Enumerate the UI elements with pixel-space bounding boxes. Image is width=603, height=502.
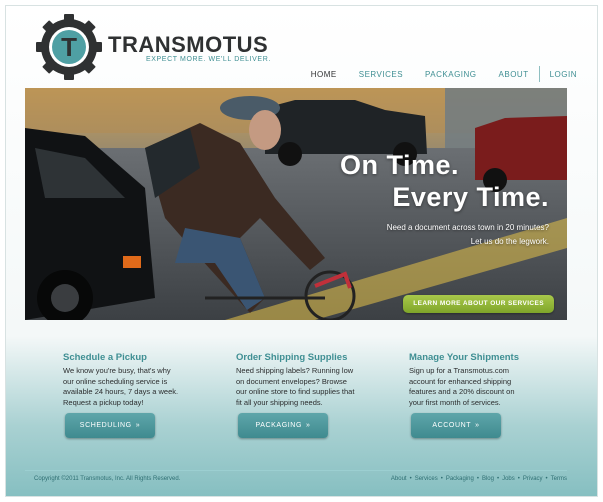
body-line: fit all your shipping needs.: [236, 397, 323, 407]
footer-separator: •: [440, 476, 443, 482]
footer-link-blog[interactable]: Blog: [482, 476, 494, 482]
logo-letter: T: [61, 32, 77, 62]
footer-link-terms[interactable]: Terms: [551, 476, 567, 482]
packaging-button[interactable]: PACKAGING »: [238, 413, 328, 438]
section-body: Sign up for a Transmotus.com account for…: [409, 366, 559, 408]
section-title: Schedule a Pickup: [63, 352, 147, 363]
button-label: ACCOUNT: [432, 422, 472, 429]
nav-item-home[interactable]: HOME: [311, 70, 337, 79]
nav-divider: [538, 66, 540, 82]
nav-item-about[interactable]: ABOUT: [499, 70, 529, 79]
hero-title-line2: Every Time.: [392, 182, 549, 212]
nav-item-services[interactable]: SERVICES: [359, 70, 403, 79]
footer-separator: •: [545, 476, 548, 482]
footer-separator: •: [517, 476, 520, 482]
section-body: We know you're busy, that's why our onli…: [63, 366, 213, 408]
body-line: features and a 20% discount on: [409, 387, 515, 396]
brand-tagline: EXPECT MORE. WE'LL DELIVER.: [146, 56, 271, 63]
nav-item-packaging[interactable]: PACKAGING: [425, 70, 476, 79]
button-label: PACKAGING: [255, 422, 302, 429]
body-line: on document envelopes? Browse: [236, 376, 347, 386]
footer-separator: •: [496, 476, 500, 482]
account-button[interactable]: ACCOUNT»: [411, 413, 501, 438]
copyright-text: Copyright ©2011 Transmotus, Inc. All Rig…: [34, 476, 181, 482]
section-body: Need shipping labels? Running low on doc…: [236, 366, 386, 408]
body-line: available 24 hours, 7 days a week.: [63, 387, 179, 396]
body-line: Request a pickup today!: [63, 397, 144, 407]
body-line: account for enhanced shipping: [409, 376, 512, 386]
body-line: Sign up for a Transmotus.com: [409, 366, 510, 375]
body-line: We know you're busy, that's why: [63, 366, 171, 375]
scheduling-button[interactable]: SCHEDULING»: [65, 413, 155, 438]
body-line: Need shipping labels? Running low: [236, 366, 354, 375]
footer-link-jobs[interactable]: Jobs: [502, 476, 515, 482]
manage-shipments-section: Manage Your Shipments Sign up for a Tran…: [409, 352, 559, 408]
section-title: Manage Your Shipments: [409, 352, 519, 363]
footer-separator: •: [476, 476, 479, 482]
schedule-pickup-section: Schedule a Pickup We know you're busy, t…: [63, 352, 213, 408]
hero-subtitle: Need a document across town in 20 minute…: [319, 221, 549, 249]
footer-link-services[interactable]: Services: [415, 476, 438, 482]
footer-divider: [25, 470, 567, 471]
double-chevron-right-icon: »: [475, 422, 480, 429]
body-line: our online scheduling service is: [63, 376, 168, 386]
button-label: SCHEDULING: [79, 422, 132, 429]
double-chevron-right-icon: »: [306, 422, 311, 429]
footer-links: About • Services • Packaging • Blog • Jo…: [391, 476, 567, 482]
brand-name: TRANSMOTUS: [108, 32, 269, 57]
double-chevron-right-icon: »: [135, 422, 141, 429]
logo[interactable]: T TRANSMOTUS EXPECT MORE. WE'LL DELIVER.: [36, 14, 276, 80]
hero-title-line1: On Time.: [339, 150, 459, 180]
order-supplies-section: Order Shipping Supplies Need shipping la…: [236, 352, 386, 408]
learn-more-button[interactable]: LEARN MORE ABOUT OUR SERVICES: [403, 295, 554, 313]
hero-subtitle-line1: Need a document across town in 20 minute…: [386, 223, 549, 232]
gear-logo-icon: T: [36, 14, 102, 80]
footer-separator: •: [409, 476, 412, 482]
nav-item-login[interactable]: LOGIN: [550, 70, 577, 79]
body-line: your first month of services.: [409, 397, 501, 407]
footer-link-packaging[interactable]: Packaging: [446, 476, 474, 482]
footer-link-about[interactable]: About: [391, 476, 407, 482]
footer-link-privacy[interactable]: Privacy: [523, 476, 543, 482]
hero-subtitle-line2: Let us do the legwork.: [470, 237, 549, 246]
hero-banner: On Time. Every Time. Need a document acr…: [25, 88, 567, 320]
body-line: our online store to find supplies that: [236, 387, 355, 396]
section-title: Order Shipping Supplies: [236, 352, 348, 363]
main-nav: HOME SERVICES PACKAGING ABOUT LOGIN: [289, 66, 577, 82]
